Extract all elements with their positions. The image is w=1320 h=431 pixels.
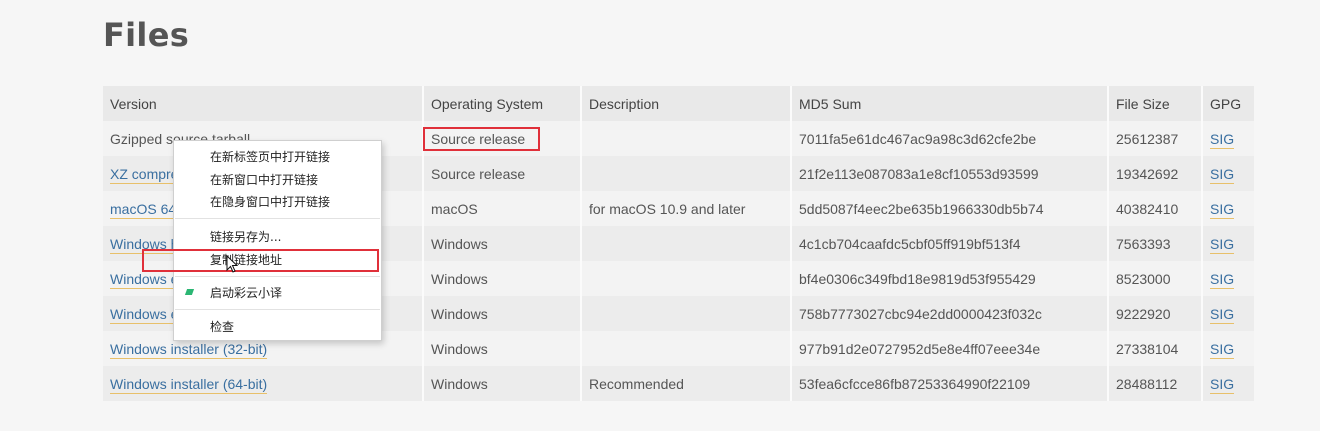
file-size-cell: 19342692 bbox=[1116, 165, 1179, 182]
mouse-cursor-icon bbox=[226, 255, 238, 273]
menu-item-save-link-as[interactable]: 链接另存为... bbox=[174, 227, 381, 247]
gpg-sig-link[interactable]: SIG bbox=[1210, 200, 1235, 219]
file-size-cell: 28488112 bbox=[1116, 375, 1178, 392]
os-cell: Windows bbox=[431, 235, 488, 252]
gpg-sig-link[interactable]: SIG bbox=[1210, 375, 1235, 394]
menu-item-open-incognito[interactable]: 在隐身窗口中打开链接 bbox=[174, 192, 381, 212]
md5-cell: 53fea6cfcce86fb87253364990f22109 bbox=[799, 375, 1031, 392]
gpg-sig-link[interactable]: SIG bbox=[1210, 165, 1235, 184]
column-header-version[interactable]: Version bbox=[103, 86, 424, 121]
column-header-file-size[interactable]: File Size bbox=[1109, 86, 1203, 121]
os-cell: Source release bbox=[431, 165, 526, 182]
column-header-description[interactable]: Description bbox=[582, 86, 792, 121]
copy-link-highlight-box bbox=[142, 249, 379, 272]
menu-item-open-new-tab[interactable]: 在新标签页中打开链接 bbox=[174, 147, 381, 167]
column-header-operating-system[interactable]: Operating System bbox=[424, 86, 582, 121]
os-cell: Windows bbox=[431, 270, 488, 287]
md5-cell: 5dd5087f4eec2be635b1966330db5b74 bbox=[799, 200, 1044, 217]
file-size-cell: 27338104 bbox=[1116, 340, 1179, 357]
md5-cell: 4c1cb704caafdc5cbf05ff919bf513f4 bbox=[799, 235, 1021, 252]
gpg-sig-link[interactable]: SIG bbox=[1210, 270, 1235, 289]
md5-cell: 7011fa5e61dc467ac9a98c3d62cfe2be bbox=[799, 130, 1037, 147]
caiyun-translate-icon bbox=[184, 289, 195, 295]
menu-item-inspect[interactable]: 检查 bbox=[174, 317, 381, 337]
gpg-sig-link[interactable]: SIG bbox=[1210, 340, 1235, 359]
table-row: Windows installer (64-bit) Windows Recom… bbox=[103, 366, 1254, 401]
menu-item-open-new-window[interactable]: 在新窗口中打开链接 bbox=[174, 170, 381, 190]
description-cell: Recommended bbox=[589, 375, 684, 392]
file-size-cell: 40382410 bbox=[1116, 200, 1179, 217]
menu-separator bbox=[175, 218, 380, 219]
file-size-cell: 25612387 bbox=[1116, 130, 1179, 147]
os-highlight-box bbox=[423, 127, 540, 151]
menu-separator bbox=[175, 276, 380, 277]
file-size-cell: 9222920 bbox=[1116, 305, 1171, 322]
column-header-md5-sum[interactable]: MD5 Sum bbox=[792, 86, 1109, 121]
os-cell: Windows bbox=[431, 340, 488, 357]
file-size-cell: 8523000 bbox=[1116, 270, 1171, 287]
table-header-row: Version Operating System Description MD5… bbox=[103, 86, 1254, 121]
context-menu: 在新标签页中打开链接 在新窗口中打开链接 在隐身窗口中打开链接 链接另存为...… bbox=[173, 140, 382, 341]
md5-cell: 977b91d2e0727952d5e8e4ff07eee34e bbox=[799, 340, 1041, 357]
gpg-sig-link[interactable]: SIG bbox=[1210, 235, 1235, 254]
md5-cell: bf4e0306c349fbd18e9819d53f955429 bbox=[799, 270, 1036, 287]
os-cell: Windows bbox=[431, 375, 488, 392]
version-link[interactable]: Windows installer (64-bit) bbox=[110, 375, 268, 394]
version-link[interactable]: Windows installer (32-bit) bbox=[110, 340, 268, 359]
gpg-sig-link[interactable]: SIG bbox=[1210, 130, 1235, 149]
menu-item-label: 启动彩云小译 bbox=[210, 286, 283, 300]
column-header-gpg[interactable]: GPG bbox=[1203, 86, 1254, 121]
os-cell: macOS bbox=[431, 200, 478, 217]
description-cell: for macOS 10.9 and later bbox=[589, 200, 746, 217]
file-size-cell: 7563393 bbox=[1116, 235, 1171, 252]
gpg-sig-link[interactable]: SIG bbox=[1210, 305, 1235, 324]
os-cell: Windows bbox=[431, 305, 488, 322]
page-title: Files bbox=[103, 16, 190, 54]
md5-cell: 758b7773027cbc94e2dd0000423f032c bbox=[799, 305, 1042, 322]
md5-cell: 21f2e113e087083a1e8cf10553d93599 bbox=[799, 165, 1039, 182]
menu-separator bbox=[175, 309, 380, 310]
menu-item-caiyun-translate[interactable]: 启动彩云小译 bbox=[174, 283, 381, 303]
